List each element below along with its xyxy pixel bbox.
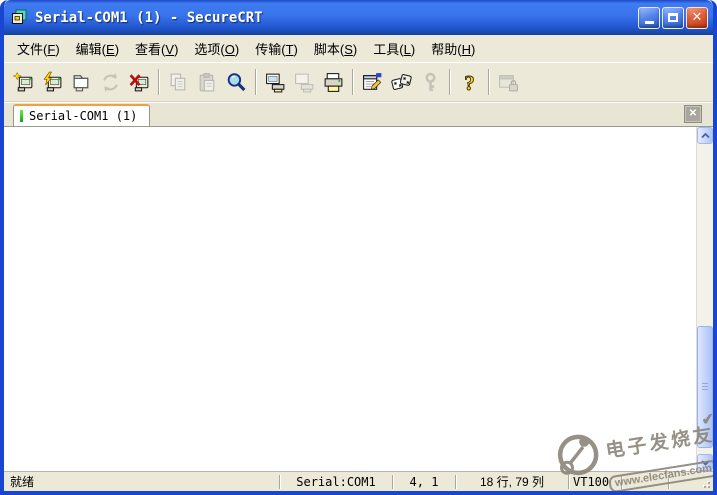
vertical-scrollbar[interactable] xyxy=(696,127,713,471)
minimize-button[interactable] xyxy=(638,6,660,29)
tab-serial-com1[interactable]: Serial-COM1 (1) xyxy=(13,104,151,126)
connect-icon xyxy=(12,71,33,91)
tab-lock-button[interactable] xyxy=(494,67,523,97)
toolbar-separator xyxy=(352,69,354,95)
print-button[interactable] xyxy=(319,67,348,97)
menu-item-tools[interactable]: 工具(L) xyxy=(365,36,423,61)
keymap-button[interactable] xyxy=(416,67,445,97)
status-cursor-position: 4, 1 xyxy=(409,474,439,489)
status-emulation: VT100 xyxy=(573,474,610,489)
menu-item-transfer[interactable]: 传输(T) xyxy=(247,36,306,61)
window-title: Serial-COM1 (1) - SecureCRT xyxy=(35,9,263,26)
toolbar-separator xyxy=(255,69,257,95)
content-area xyxy=(4,126,713,471)
run-script-button[interactable] xyxy=(387,67,416,97)
quick-connect-button[interactable] xyxy=(38,67,67,97)
print-screen-icon xyxy=(266,73,285,92)
reconnect-button[interactable] xyxy=(96,67,125,97)
app-icon xyxy=(12,9,27,24)
menu-item-file[interactable]: 文件(F) xyxy=(9,36,68,61)
title-bar[interactable]: Serial-COM1 (1) - SecureCRT ✕ xyxy=(4,0,713,35)
minimize-icon xyxy=(644,21,654,24)
session-options-icon xyxy=(363,72,382,90)
paste-button[interactable] xyxy=(193,67,222,97)
disconnect-icon xyxy=(129,73,149,91)
print-icon xyxy=(324,72,343,92)
scroll-up-icon xyxy=(700,132,710,138)
find-icon xyxy=(227,72,246,91)
help-icon: ? xyxy=(464,71,475,94)
print-selection-button[interactable] xyxy=(290,67,319,97)
maximize-icon xyxy=(668,13,678,22)
menu-item-script[interactable]: 脚本(S) xyxy=(306,36,365,61)
menu-item-help[interactable]: 帮助(H) xyxy=(423,36,483,61)
menu-item-edit[interactable]: 编辑(E) xyxy=(68,36,127,61)
run-script-icon xyxy=(391,73,412,90)
status-ready: 就绪 xyxy=(10,475,35,489)
status-session: Serial:COM1 xyxy=(296,474,376,489)
status-rows-cols: 18 行, 79 列 xyxy=(479,475,545,489)
toolbar: ? xyxy=(4,62,713,102)
tab-lock-icon xyxy=(499,74,518,91)
scrollbar-thumb[interactable] xyxy=(697,326,713,448)
close-button[interactable]: ✕ xyxy=(686,6,708,29)
copy-button[interactable] xyxy=(164,67,193,97)
tab-bar-close-button[interactable]: ✕ xyxy=(684,105,702,123)
menu-item-options[interactable]: 选项(O) xyxy=(186,36,247,61)
print-selection-icon xyxy=(295,73,314,92)
copy-icon xyxy=(170,73,186,90)
securecrt-window: Serial-COM1 (1) - SecureCRT ✕ 文件(F) 编辑(E… xyxy=(0,0,717,495)
find-button[interactable] xyxy=(222,67,251,97)
session-options-button[interactable] xyxy=(358,67,387,97)
svg-text:?: ? xyxy=(464,71,474,94)
terminal-screen[interactable] xyxy=(4,127,696,471)
close-icon: ✕ xyxy=(691,10,703,25)
tab-connected-indicator-icon xyxy=(20,110,23,122)
connect-button[interactable] xyxy=(9,67,38,97)
scrollbar-grip-icon xyxy=(702,383,708,390)
connect-in-tab-icon xyxy=(73,74,89,91)
maximize-button[interactable] xyxy=(662,6,684,29)
reconnect-icon xyxy=(103,72,118,92)
connect-in-tab-button[interactable] xyxy=(67,67,96,97)
quick-connect-icon xyxy=(43,71,62,91)
tab-label: Serial-COM1 (1) xyxy=(29,109,138,123)
menu-bar: 文件(F) 编辑(E) 查看(V) 选项(O) 传输(T) 脚本(S) 工具(L… xyxy=(4,35,713,62)
scrollbar-track[interactable] xyxy=(697,144,713,454)
keymap-icon xyxy=(425,72,436,91)
toolbar-separator xyxy=(158,69,160,95)
help-button[interactable]: ? xyxy=(455,67,484,97)
menu-item-view[interactable]: 查看(V) xyxy=(127,36,186,61)
disconnect-button[interactable] xyxy=(125,67,154,97)
status-bar: 就绪 Serial:COM1 4, 1 18 行, 79 列 VT100 xyxy=(4,471,713,491)
toolbar-separator xyxy=(488,69,490,95)
resize-grip[interactable] xyxy=(699,472,713,491)
toolbar-separator xyxy=(449,69,451,95)
paste-icon xyxy=(199,72,215,91)
tab-bar: Serial-COM1 (1) ✕ xyxy=(4,102,713,126)
scroll-down-icon xyxy=(700,459,710,466)
print-screen-button[interactable] xyxy=(261,67,290,97)
scroll-down-button[interactable] xyxy=(697,454,713,471)
scroll-up-button[interactable] xyxy=(697,127,713,144)
